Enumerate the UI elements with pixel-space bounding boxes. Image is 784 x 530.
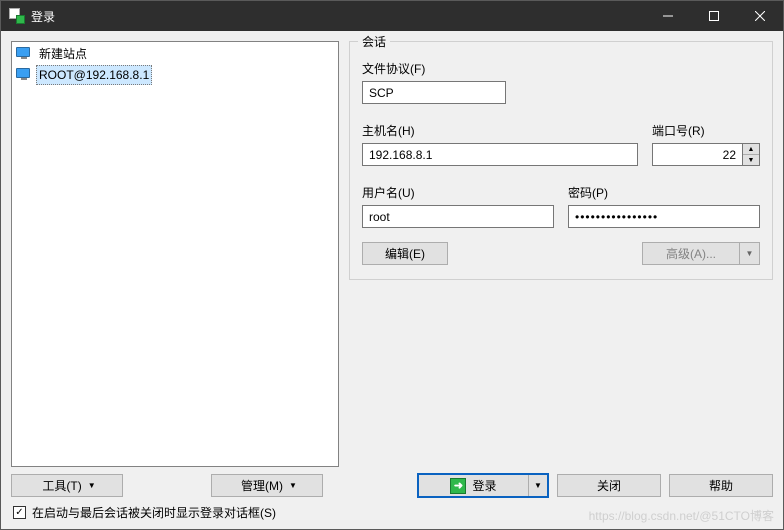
minimize-button[interactable]	[645, 1, 691, 31]
site-item-root[interactable]: ROOT@192.168.8.1	[14, 64, 336, 86]
password-value: ••••••••••••••••	[575, 210, 658, 224]
login-window: 登录 新建站点 ROOT@192.168.8.1	[0, 0, 784, 530]
monitor-icon	[16, 47, 32, 61]
port-spinner[interactable]: ▲▼	[743, 143, 760, 166]
help-button[interactable]: 帮助	[669, 474, 773, 497]
monitor-icon	[16, 68, 32, 82]
password-label: 密码(P)	[568, 184, 760, 201]
username-input[interactable]	[362, 205, 554, 228]
site-item-label: 新建站点	[36, 45, 90, 63]
host-input[interactable]	[362, 143, 638, 166]
close-button[interactable]: 关闭	[557, 474, 661, 497]
session-fieldset: 会话 文件协议(F) SCP 主机名(H) 端口号(R) ▲▼	[349, 41, 773, 280]
tools-button[interactable]: 工具(T)▼	[11, 474, 123, 497]
login-dropdown[interactable]: ▼	[529, 475, 547, 496]
manage-button[interactable]: 管理(M)▼	[211, 474, 323, 497]
login-button[interactable]: ➜ 登录 ▼	[417, 473, 549, 498]
session-legend: 会话	[358, 33, 390, 50]
startup-checkbox-row: ✓ 在启动与最后会话被关闭时显示登录对话框(S)	[1, 502, 783, 529]
maximize-button[interactable]	[691, 1, 737, 31]
user-label: 用户名(U)	[362, 184, 554, 201]
port-input[interactable]	[652, 143, 743, 166]
site-item-new[interactable]: 新建站点	[14, 44, 336, 64]
advanced-button[interactable]: 高级(A)...	[642, 242, 740, 265]
protocol-value: SCP	[369, 86, 394, 100]
edit-button[interactable]: 编辑(E)	[362, 242, 448, 265]
port-label: 端口号(R)	[652, 122, 760, 139]
app-icon	[9, 8, 25, 24]
bottom-bar: 工具(T)▼ 管理(M)▼ ➜ 登录 ▼ 关闭 帮助	[1, 467, 783, 502]
advanced-dropdown[interactable]: ▼	[740, 242, 760, 265]
protocol-label: 文件协议(F)	[362, 60, 760, 77]
site-item-label: ROOT@192.168.8.1	[36, 65, 152, 85]
chevron-down-icon: ▼	[88, 481, 96, 490]
window-title: 登录	[31, 8, 55, 25]
password-input[interactable]: ••••••••••••••••	[568, 205, 760, 228]
login-icon: ➜	[450, 478, 466, 494]
protocol-field[interactable]: SCP	[362, 81, 506, 104]
host-label: 主机名(H)	[362, 122, 638, 139]
startup-checkbox[interactable]: ✓	[13, 506, 26, 519]
site-list[interactable]: 新建站点 ROOT@192.168.8.1	[11, 41, 339, 467]
startup-checkbox-label: 在启动与最后会话被关闭时显示登录对话框(S)	[32, 504, 276, 521]
titlebar: 登录	[1, 1, 783, 31]
chevron-down-icon: ▼	[289, 481, 297, 490]
close-window-button[interactable]	[737, 1, 783, 31]
